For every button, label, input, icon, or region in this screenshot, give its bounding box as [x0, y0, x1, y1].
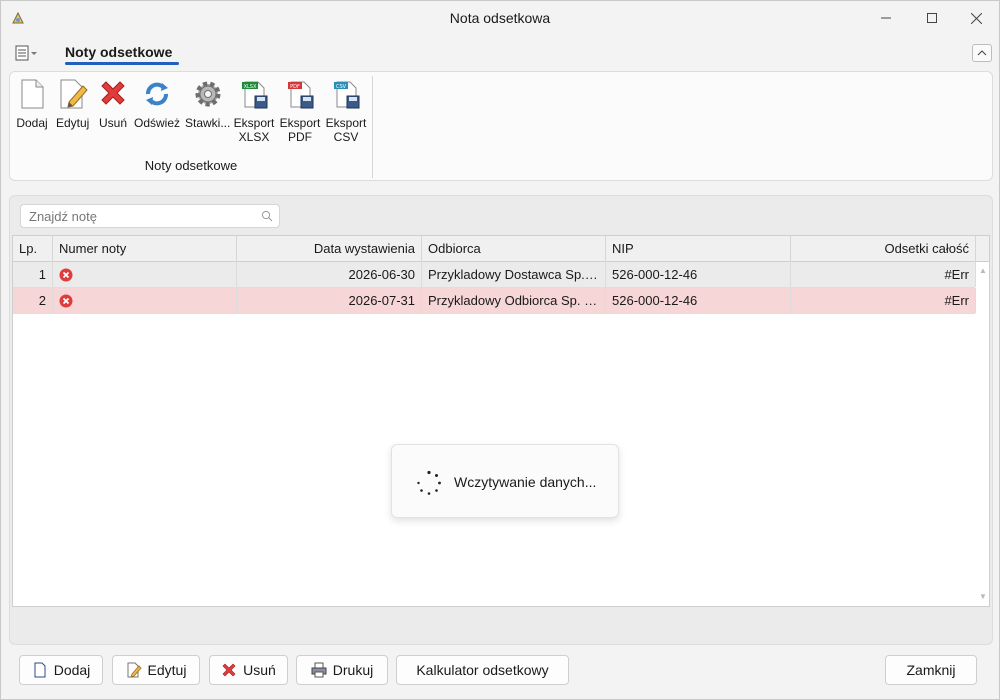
search-input[interactable] — [20, 204, 280, 228]
svg-text:PDF: PDF — [290, 84, 300, 90]
cell-nip: 526-000-12-46 — [606, 262, 791, 287]
loading-text: Wczytywanie danych... — [454, 474, 597, 490]
close-button[interactable]: Zamknij — [885, 655, 977, 685]
add-button[interactable]: Dodaj — [19, 655, 103, 685]
minimize-icon — [881, 17, 891, 19]
cell-odsetki: #Err — [791, 262, 976, 287]
column-header-odsetki[interactable]: Odsetki całość — [791, 236, 976, 262]
close-button-label: Zamknij — [906, 662, 956, 678]
close-icon — [970, 12, 982, 24]
scroll-down-arrow[interactable]: ▼ — [979, 592, 987, 601]
loading-spinner-icon — [417, 470, 441, 495]
svg-text:CSV: CSV — [336, 84, 347, 90]
ribbon-refresh-button[interactable]: Odśwież — [134, 78, 180, 130]
cell-data: 2026-06-30 — [237, 262, 422, 287]
red-x-icon — [222, 663, 236, 677]
gear-icon — [195, 81, 221, 107]
cell-odsetki: #Err — [791, 288, 976, 313]
ribbon-rates-label: Stawki... — [185, 116, 231, 130]
new-document-icon — [21, 79, 44, 109]
edit-button[interactable]: Edytuj — [112, 655, 200, 685]
column-header-lp[interactable]: Lp. — [13, 236, 53, 262]
export-csv-icon: CSV — [334, 81, 360, 109]
close-window-button[interactable] — [953, 1, 999, 35]
column-header-numer[interactable]: Numer noty — [53, 236, 237, 262]
interest-calculator-button[interactable]: Kalkulator odsetkowy — [396, 655, 569, 685]
print-button[interactable]: Drukuj — [296, 655, 388, 685]
svg-text:XLSX: XLSX — [244, 84, 257, 90]
ribbon-export-xlsx-label: Eksport XLSX — [233, 116, 275, 144]
edit-document-icon — [60, 79, 88, 109]
ribbon-export-csv-label: Eksport CSV — [325, 116, 367, 144]
scroll-up-arrow[interactable]: ▲ — [979, 266, 987, 275]
maximize-button[interactable] — [909, 1, 955, 35]
printer-icon — [311, 662, 327, 678]
interest-calculator-label: Kalkulator odsetkowy — [416, 662, 549, 678]
ribbon-export-csv-button[interactable]: CSV Eksport CSV — [326, 78, 366, 144]
minimize-button[interactable] — [863, 1, 909, 35]
ribbon-panel: Dodaj Edytuj Usuń Odśwież Stawki... XLSX… — [9, 71, 993, 181]
active-tab-indicator — [65, 62, 179, 65]
red-x-icon — [101, 81, 125, 105]
add-button-label: Dodaj — [53, 662, 91, 678]
search-icon — [261, 210, 273, 222]
column-header-nip[interactable]: NIP — [606, 236, 791, 262]
column-header-data[interactable]: Data wystawienia — [237, 236, 422, 262]
edit-document-icon — [127, 662, 142, 678]
ribbon-delete-button[interactable]: Usuń — [97, 78, 129, 130]
ribbon-group-divider — [372, 76, 373, 178]
ribbon-rates-button[interactable]: Stawki... — [185, 78, 230, 130]
ribbon-export-xlsx-button[interactable]: XLSX Eksport XLSX — [234, 78, 274, 144]
cell-lp: 2 — [13, 288, 53, 313]
window-title: Nota odsetkowa — [449, 10, 551, 26]
print-button-label: Drukuj — [332, 662, 374, 678]
cell-nip: 526-000-12-46 — [606, 288, 791, 313]
cell-numer — [53, 262, 237, 287]
edit-button-label: Edytuj — [147, 662, 187, 678]
column-header-odbiorca[interactable]: Odbiorca — [422, 236, 606, 262]
table-row[interactable]: 2 2026-07-31 Przykladowy Odbiorca Sp. z … — [13, 288, 976, 314]
notes-panel: Lp. Numer noty Data wystawienia Odbiorca… — [9, 195, 993, 645]
notes-table[interactable]: Lp. Numer noty Data wystawienia Odbiorca… — [12, 235, 990, 607]
delete-button-label: Usuń — [243, 662, 276, 678]
ribbon-edit-label: Edytuj — [56, 116, 90, 130]
loading-overlay: Wczytywanie danych... — [391, 444, 619, 518]
cell-odbiorca: Przykladowy Dostawca Sp. z o.o. — [422, 262, 606, 287]
cell-odbiorca: Przykladowy Odbiorca Sp. z o.o. — [422, 288, 606, 313]
cell-data: 2026-07-31 — [237, 288, 422, 313]
refresh-icon — [146, 82, 168, 106]
ribbon-export-pdf-button[interactable]: PDF Eksport PDF — [280, 78, 320, 144]
ribbon-edit-button[interactable]: Edytuj — [56, 78, 89, 130]
maximize-icon — [927, 13, 937, 23]
title-bar: Nota odsetkowa — [1, 1, 999, 35]
ribbon-add-label: Dodaj — [16, 116, 48, 130]
export-pdf-icon: PDF — [288, 81, 314, 109]
error-icon — [59, 294, 73, 308]
delete-button[interactable]: Usuń — [209, 655, 288, 685]
new-document-icon — [34, 662, 46, 678]
chevron-up-icon — [977, 50, 987, 56]
collapse-ribbon-button[interactable] — [972, 44, 992, 62]
cell-numer — [53, 288, 237, 313]
error-icon — [59, 268, 73, 282]
cell-lp: 1 — [13, 262, 53, 287]
main-window: Nota odsetkowa Noty odsetkowe Dodaj Edyt… — [0, 0, 1000, 700]
tab-noty-odsetkowe[interactable]: Noty odsetkowe — [65, 44, 172, 60]
table-header: Lp. Numer noty Data wystawienia Odbiorca… — [13, 236, 989, 262]
ribbon-group-label: Noty odsetkowe — [144, 158, 238, 173]
ribbon-refresh-label: Odśwież — [134, 116, 181, 130]
quick-menu-icon[interactable] — [15, 45, 39, 61]
ribbon-export-pdf-label: Eksport PDF — [279, 116, 321, 144]
ribbon-add-button[interactable]: Dodaj — [16, 78, 48, 130]
table-row[interactable]: 1 2026-06-30 Przykladowy Dostawca Sp. z … — [13, 262, 976, 288]
ribbon-delete-label: Usuń — [98, 116, 127, 130]
export-xlsx-icon: XLSX — [242, 81, 268, 109]
